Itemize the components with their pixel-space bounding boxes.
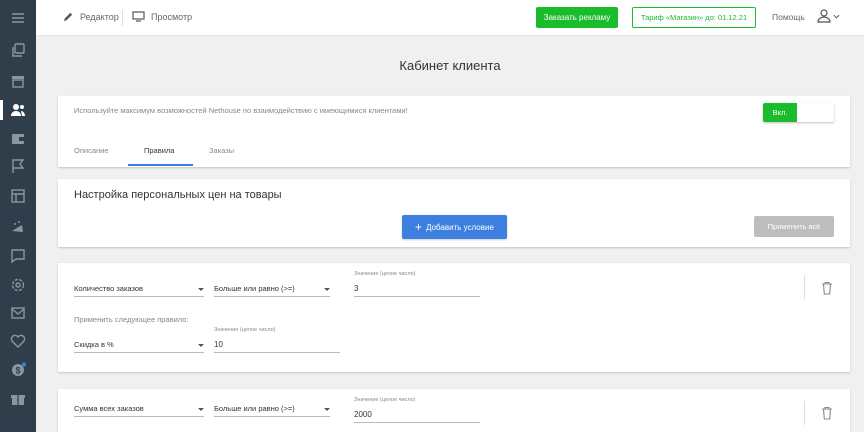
rule-card: Сумма всех заказов Больше или равно (>=)… [58,389,850,432]
promo-text: Используйте максимум возможностей Nethou… [74,106,408,115]
active-tab-underline [128,164,193,166]
promo-icon[interactable] [9,218,27,236]
operator-value: Больше или равно (>=) [214,284,295,293]
enable-toggle[interactable]: Вкл. [763,103,834,122]
tab-description[interactable]: Описание [74,146,109,155]
condition-select[interactable]: Сумма всех заказов [74,401,204,417]
flag-icon[interactable] [9,157,27,175]
condition-value: Количество заказов [74,284,144,293]
condition-value: Сумма всех заказов [74,404,144,413]
user-menu[interactable] [816,8,840,24]
personal-prices-card: Настройка персональных цен на товары + Д… [58,179,850,247]
toggle-on-label: Вкл. [763,103,797,122]
tab-rules[interactable]: Правила [144,146,174,155]
operator-value: Больше или равно (>=) [214,404,295,413]
chevron-down-icon [324,408,330,411]
rule-card: Количество заказов Больше или равно (>=)… [58,263,850,372]
operator-select[interactable]: Больше или равно (>=) [214,401,330,417]
wallet-icon[interactable] [9,130,27,148]
page-title: Кабинет клиента [399,58,501,73]
settings-icon[interactable] [9,276,27,294]
field-label: Значение (целое число) [214,327,276,333]
mail-icon[interactable] [9,304,27,322]
condition-select[interactable]: Количество заказов [74,281,204,297]
preview-link[interactable]: Просмотр [132,11,192,22]
preview-label: Просмотр [151,11,193,22]
monitor-icon [132,11,145,22]
chevron-down-icon [198,344,204,347]
editor-label: Редактор [80,11,119,22]
client-cabinet-card: Используйте максимум возможностей Nethou… [58,96,850,167]
operator-select[interactable]: Больше или равно (>=) [214,281,330,297]
gift-icon[interactable] [9,390,27,408]
editor-link[interactable]: Редактор [63,11,119,22]
divider [804,275,805,299]
help-link[interactable]: Помощь [772,12,805,22]
pencil-icon [63,12,73,22]
chevron-down-icon [833,14,840,19]
copy-icon[interactable] [9,41,27,59]
layout-icon[interactable] [9,187,27,205]
section-title: Настройка персональных цен на товары [74,189,282,201]
svg-text:$: $ [15,366,20,376]
plus-icon: + [415,220,423,234]
chevron-down-icon [198,408,204,411]
badge-icon[interactable]: $ [9,361,27,379]
user-icon [817,9,831,23]
active-indicator [0,100,3,120]
field-label: Значение (целое число) [354,271,416,277]
chevron-down-icon [198,288,204,291]
tariff-button[interactable]: Тариф «Магазин» до: 01.12.21 [632,7,756,28]
action-select[interactable]: Скидка в % [74,337,204,353]
field-value: 3 [354,284,359,293]
condition-value-field[interactable]: Значение (целое число) 3 [354,271,480,297]
field-label: Значение (целое число) [354,397,416,403]
trash-icon[interactable] [821,406,833,420]
add-condition-button[interactable]: + Добавить условие [402,215,507,239]
sidebar: $ [0,0,36,432]
chevron-down-icon [324,288,330,291]
top-bar: Редактор Просмотр Заказать рекламу Тариф… [36,0,864,36]
divider [804,401,805,425]
users-icon[interactable] [9,101,27,119]
menu-icon[interactable] [9,9,27,27]
heart-icon[interactable] [9,332,27,350]
action-value: Скидка в % [74,340,114,349]
order-ad-button[interactable]: Заказать рекламу [536,7,618,28]
store-icon[interactable] [9,72,27,90]
tab-orders[interactable]: Заказы [209,146,234,155]
condition-value-field[interactable]: Значение (целое число) 2000 [354,397,480,423]
chat-icon[interactable] [9,247,27,265]
trash-icon[interactable] [821,281,833,295]
field-value: 10 [214,340,223,349]
action-value-field[interactable]: Значение (целое число) 10 [214,327,340,353]
apply-all-button[interactable]: Применить всё [754,216,834,237]
field-value: 2000 [354,410,372,419]
add-condition-label: Добавить условие [426,222,494,232]
divider [122,10,123,26]
apply-rule-label: Применить следующее правило: [74,315,189,324]
